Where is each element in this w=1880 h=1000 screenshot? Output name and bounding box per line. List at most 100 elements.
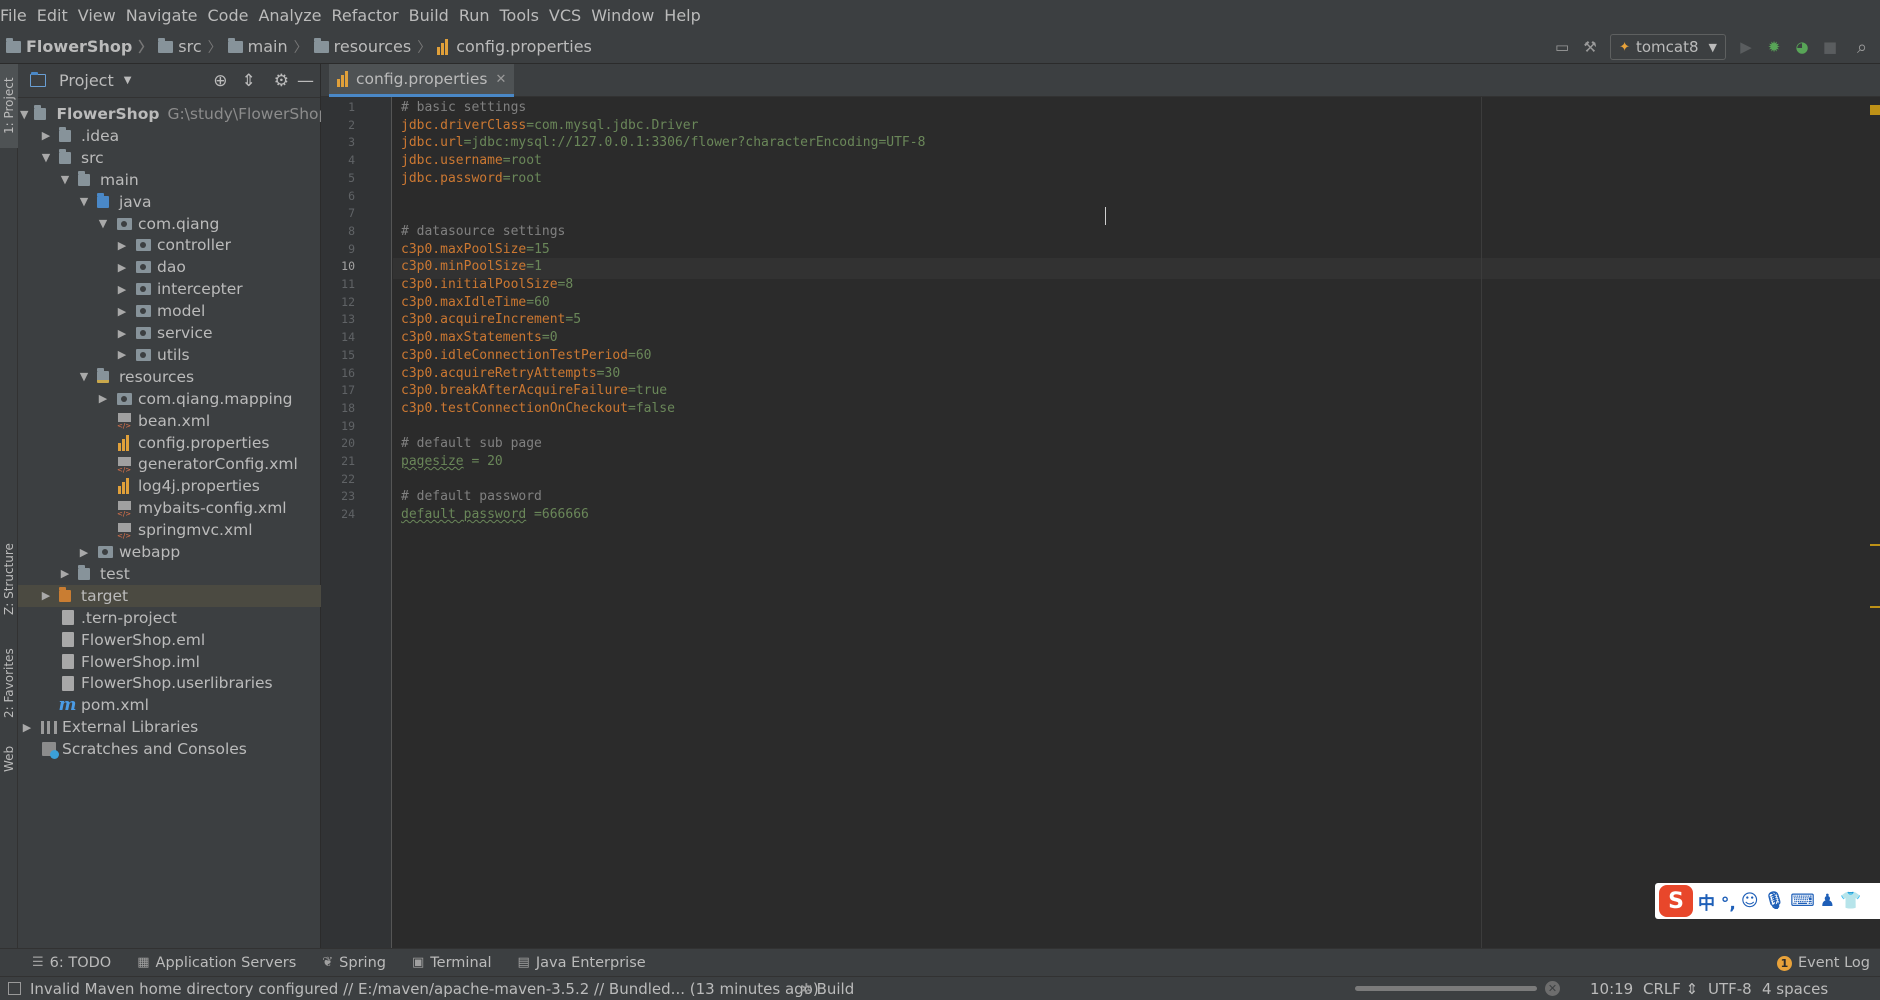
breadcrumb-item[interactable]: FlowerShop 〉	[0, 37, 152, 57]
menu-refactor[interactable]: Refactor	[332, 6, 409, 25]
menu-analyze[interactable]: Analyze	[258, 6, 331, 25]
tool-window-terminal[interactable]: ▣ Terminal	[412, 955, 492, 971]
tree-item[interactable]: ▶ utils	[18, 344, 321, 366]
tree-item[interactable]: ▶ com.qiang.mapping	[18, 388, 321, 410]
project-structure-icon[interactable]: ▭	[1548, 33, 1576, 61]
chevron-right-icon[interactable]: ▶	[39, 129, 53, 142]
tree-item[interactable]: ▶ service	[18, 322, 321, 344]
chevron-down-icon[interactable]: ▼	[124, 75, 132, 86]
run-config-selector[interactable]: ✦ tomcat8 ▼	[1610, 34, 1726, 60]
tree-item[interactable]: log4j.properties	[18, 475, 321, 497]
tree-item[interactable]: ▼ resources	[18, 366, 321, 388]
menu-window[interactable]: Window	[591, 6, 664, 25]
tree-item[interactable]: FlowerShop.eml	[18, 629, 321, 651]
tab-project[interactable]: 1: Project	[0, 64, 18, 148]
tool-window-application-servers[interactable]: ▦ Application Servers	[137, 955, 296, 971]
chevron-right-icon[interactable]: ▶	[39, 589, 53, 602]
chevron-right-icon[interactable]: ▶	[20, 721, 34, 734]
locate-icon[interactable]: ⊕	[213, 71, 227, 91]
hide-icon[interactable]: —	[297, 71, 314, 91]
menu-vcs[interactable]: VCS	[549, 6, 591, 25]
tree-item[interactable]: FlowerShop.iml	[18, 651, 321, 673]
menu-edit[interactable]: Edit	[37, 6, 78, 25]
chevron-down-icon[interactable]: ▼	[58, 173, 72, 186]
tree-item[interactable]: ▶ .idea	[18, 125, 321, 147]
search-icon[interactable]: ⌕	[1844, 33, 1880, 61]
menu-tools[interactable]: Tools	[500, 6, 549, 25]
tree-item[interactable]: config.properties	[18, 432, 321, 454]
chevron-down-icon[interactable]: ▼	[39, 151, 53, 164]
tree-item[interactable]: mybaits-config.xml	[18, 497, 321, 519]
code-line[interactable]: c3p0.testConnectionOnCheckout=false	[401, 398, 675, 419]
caret-position[interactable]: 10:19	[1590, 977, 1633, 1000]
run-icon[interactable]: ▶	[1732, 33, 1760, 61]
chevron-down-icon[interactable]: ▼	[96, 217, 110, 230]
user-icon[interactable]: ♟	[1820, 891, 1835, 911]
chevron-right-icon[interactable]: ▶	[115, 283, 129, 296]
tab-favorites[interactable]: 2: Favorites	[0, 638, 18, 728]
breadcrumb-item[interactable]: main 〉	[222, 37, 308, 57]
collapse-all-icon[interactable]: ⇕	[242, 71, 256, 91]
warning-stripe-mark[interactable]	[1870, 606, 1880, 608]
tab-config-properties[interactable]: config.properties ✕	[329, 64, 515, 97]
chevron-right-icon[interactable]: ▶	[115, 261, 129, 274]
tree-item[interactable]: ▶ dao	[18, 256, 321, 278]
menu-navigate[interactable]: Navigate	[126, 6, 208, 25]
status-message[interactable]: Invalid Maven home directory configured …	[30, 977, 819, 1000]
debug-icon[interactable]: ✹	[1760, 33, 1788, 61]
project-panel-title[interactable]: Project	[59, 71, 114, 90]
close-icon[interactable]: ✕	[495, 72, 506, 87]
skin-icon[interactable]: 👕	[1840, 891, 1861, 911]
tree-item[interactable]: ▶ External Libraries	[18, 716, 321, 738]
code-line[interactable]: pagesize = 20	[401, 451, 503, 472]
tree-item[interactable]: ▶ webapp	[18, 541, 321, 563]
chevron-right-icon[interactable]: ▶	[96, 392, 110, 405]
menu-code[interactable]: Code	[208, 6, 259, 25]
tree-item[interactable]: ▼ java	[18, 191, 321, 213]
menu-build[interactable]: Build	[409, 6, 459, 25]
cancel-icon[interactable]: ✕	[1545, 981, 1560, 996]
tool-window-6-todo[interactable]: ☰ 6: TODO	[32, 955, 111, 971]
tool-window-java-enterprise[interactable]: ▤ Java Enterprise	[518, 955, 646, 971]
tree-item[interactable]: ▼ src	[18, 147, 321, 169]
chevron-right-icon[interactable]: ▶	[115, 305, 129, 318]
coverage-icon[interactable]: ◕	[1788, 33, 1816, 61]
chevron-down-icon[interactable]: ▼	[77, 195, 91, 208]
chevron-right-icon[interactable]: ▶	[115, 348, 129, 361]
menu-run[interactable]: Run	[459, 6, 500, 25]
chevron-down-icon[interactable]: ▼	[77, 370, 91, 383]
line-separator[interactable]: CRLF ⇕	[1643, 977, 1698, 1000]
code-line[interactable]: default password =666666	[401, 504, 589, 525]
keyboard-icon[interactable]: ⌨	[1790, 891, 1815, 911]
breadcrumb-item[interactable]: src 〉	[152, 37, 222, 57]
tree-item[interactable]: springmvc.xml	[18, 519, 321, 541]
breadcrumb-item[interactable]: config.properties	[431, 37, 592, 56]
tree-item[interactable]: generatorConfig.xml	[18, 453, 321, 475]
tree-item[interactable]: ▼ main	[18, 169, 321, 191]
tab-structure[interactable]: Z: Structure	[0, 534, 18, 624]
tool-window-spring[interactable]: ❦ Spring	[322, 955, 386, 971]
tree-item[interactable]: Scratches and Consoles	[18, 738, 321, 760]
tree-item[interactable]: ▶ controller	[18, 234, 321, 256]
build-progress-label[interactable]: ✲ Build	[800, 977, 854, 1000]
tree-item[interactable]: bean.xml	[18, 410, 321, 432]
chevron-down-icon[interactable]: ▼	[20, 108, 28, 121]
warning-stripe-mark[interactable]	[1870, 544, 1880, 546]
toggle-tool-windows-icon[interactable]	[8, 982, 21, 995]
tree-item[interactable]: ▼ com.qiang	[18, 213, 321, 235]
chevron-right-icon[interactable]: ▶	[115, 239, 129, 252]
tree-item[interactable]: ▶ intercepter	[18, 278, 321, 300]
tree-item[interactable]: ▶ test	[18, 563, 321, 585]
indent-setting[interactable]: 4 spaces	[1762, 977, 1828, 1000]
breadcrumb-item[interactable]: resources 〉	[308, 37, 431, 57]
gear-icon[interactable]: ⚙	[274, 71, 289, 91]
tree-item[interactable]: ▶ target	[18, 584, 321, 607]
tree-item[interactable]: ▶ model	[18, 300, 321, 322]
event-log-button[interactable]: 1 Event Log	[1776, 949, 1870, 977]
error-stripe-mark[interactable]	[1870, 105, 1880, 115]
tree-item[interactable]: ▼ FlowerShop G:\study\FlowerShop	[18, 103, 328, 125]
stop-icon[interactable]: ■	[1816, 33, 1844, 61]
code-editor[interactable]: 1 2 3 4 5 6 7 8 9 10 11 12 13 14 15 16 17 18 19 20 21 22 23 24 …	[321, 97, 1880, 948]
build-hammer-icon[interactable]: ⚒	[1576, 33, 1604, 61]
chevron-right-icon[interactable]: ▶	[58, 567, 72, 580]
